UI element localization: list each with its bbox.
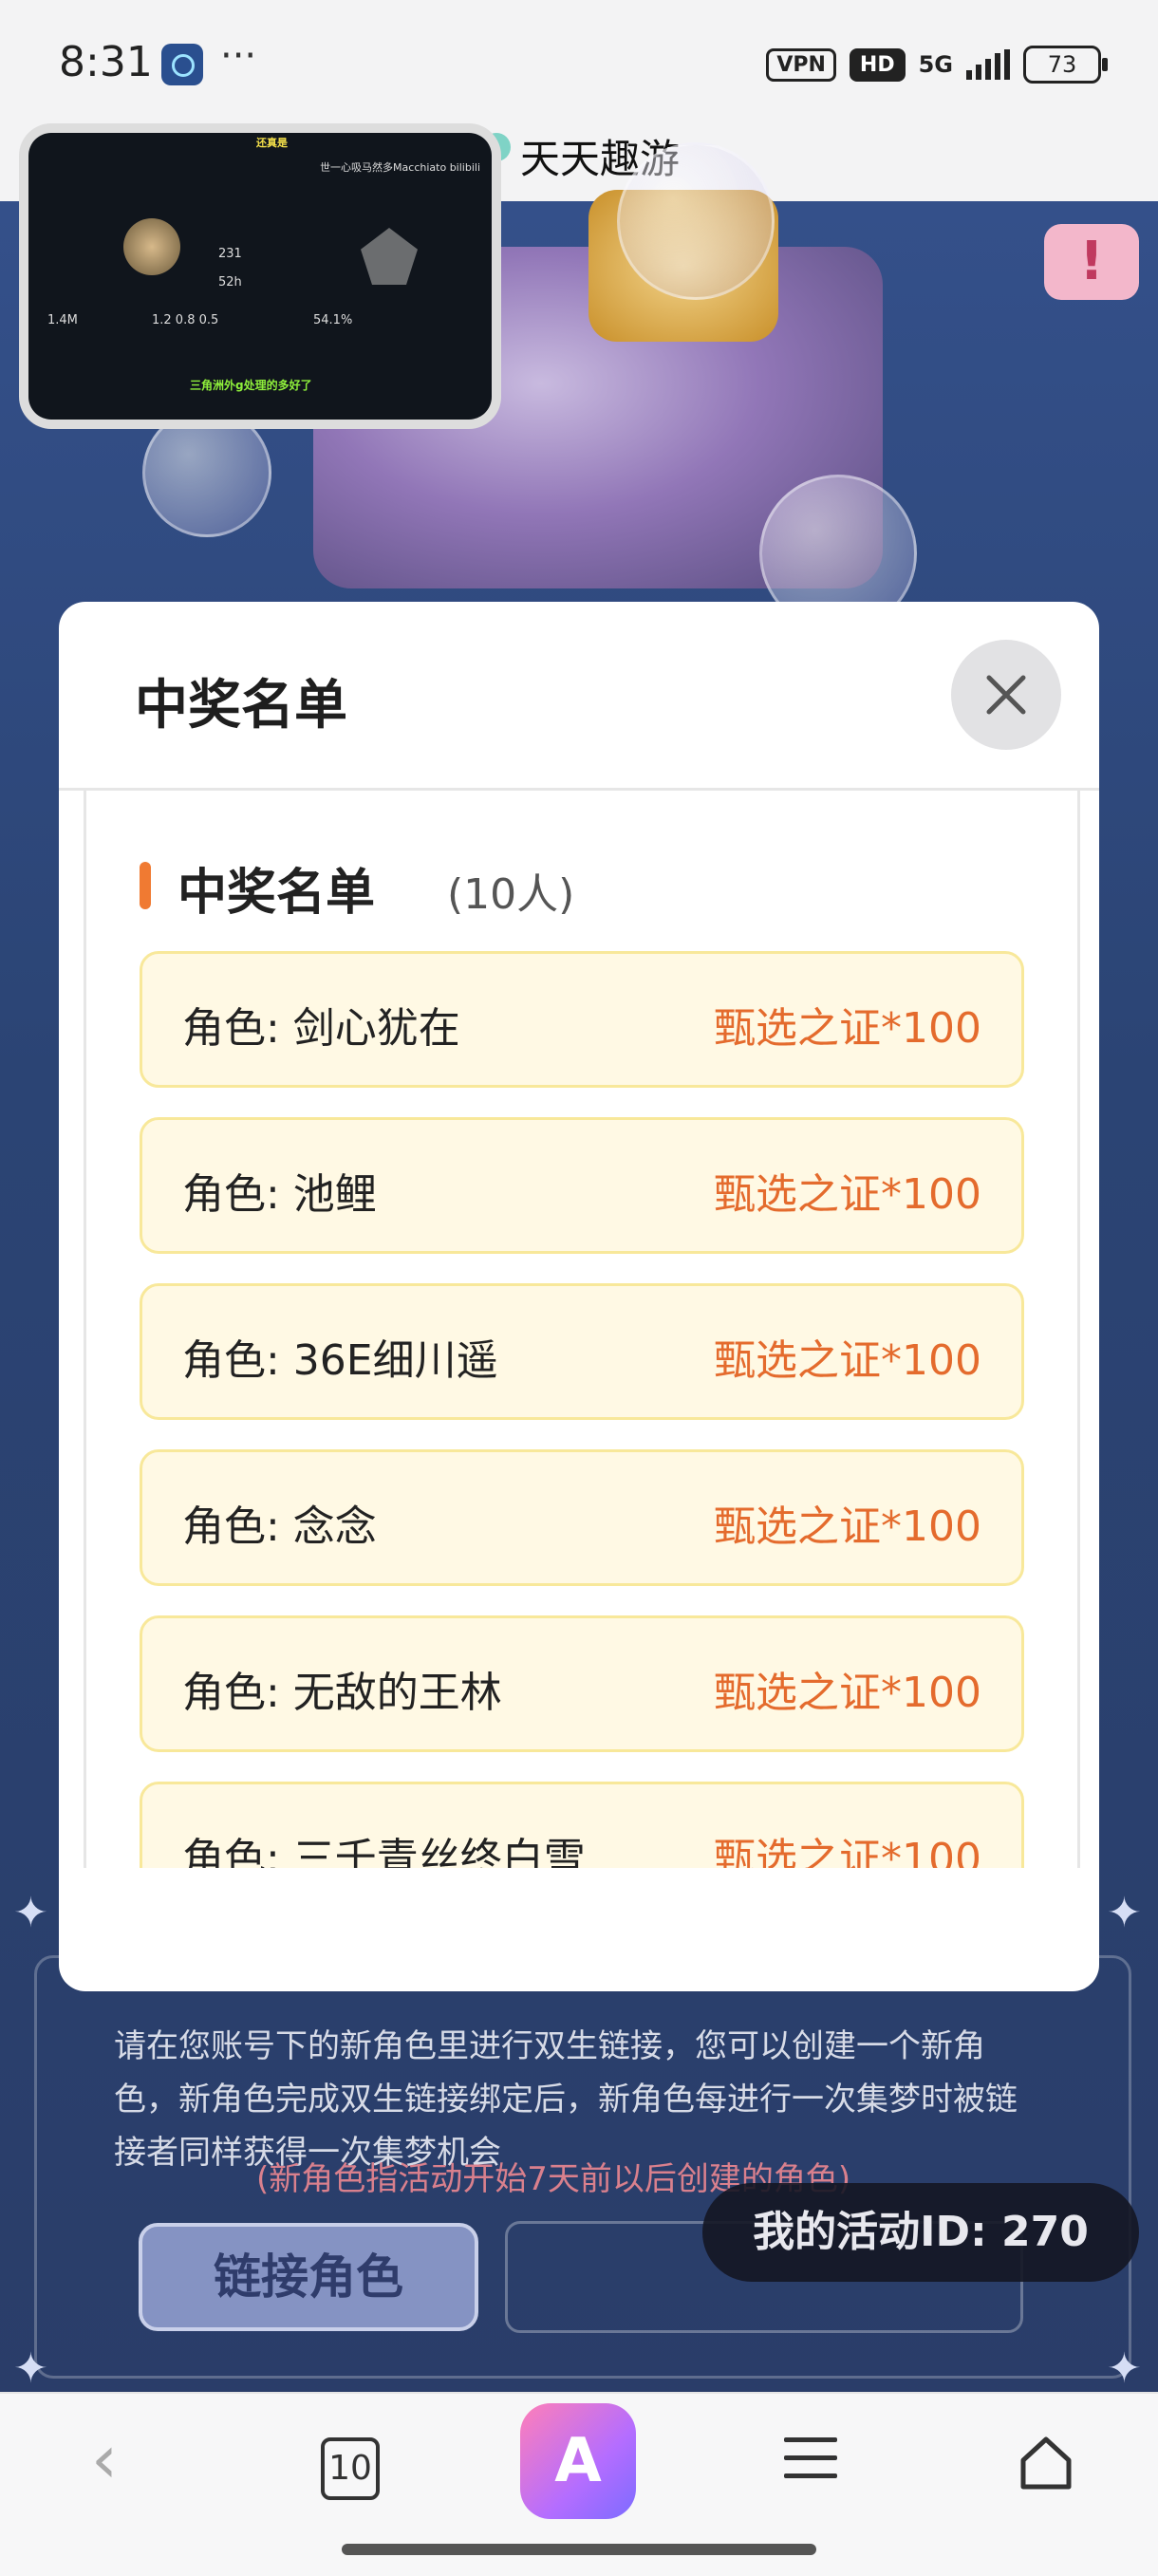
status-time: 8:31	[59, 38, 153, 86]
network-type: 5G	[918, 51, 953, 78]
hd-icon: HD	[849, 47, 906, 82]
winner-role: 角色: 池鲤	[182, 1170, 377, 1219]
menu-button[interactable]	[784, 2437, 837, 2492]
rank-emblem-icon	[123, 218, 180, 275]
video-stat: 52h	[218, 275, 242, 289]
video-frame: 还真是 世一心吸马然多Macchiato bilibili 1.4M 1.2 0…	[28, 133, 492, 420]
notice-icon[interactable]: !	[1044, 224, 1139, 300]
video-stat: 231	[218, 247, 242, 261]
winner-prize: 甄选之证*100	[714, 1004, 981, 1053]
list-item: 角色: 三千青丝终白雪 甄选之证*100	[140, 1782, 1024, 1868]
bubble-decoration	[617, 142, 775, 300]
back-button[interactable]: ‹	[91, 2420, 118, 2498]
radar-chart-icon	[361, 228, 418, 285]
activity-id-badge[interactable]: 我的活动ID: 270	[702, 2183, 1139, 2282]
winner-role: 角色: 三千青丝终白雪	[182, 1835, 586, 1868]
winner-role: 角色: 念念	[182, 1503, 377, 1551]
sparkle-icon: ✦	[1107, 2344, 1142, 2393]
video-subtitle: 三角洲外g处理的多好了	[190, 379, 312, 392]
winner-role: 角色: 无敌的王林	[182, 1669, 502, 1717]
winner-prize: 甄选之证*100	[714, 1170, 981, 1219]
winner-count: (10人)	[447, 870, 575, 919]
close-button[interactable]	[951, 640, 1061, 750]
tabs-button[interactable]: 10	[321, 2437, 380, 2500]
home-button[interactable]	[1016, 2432, 1076, 2496]
video-stat: 1.4M	[47, 313, 78, 327]
browser-logo-button[interactable]: A	[520, 2403, 636, 2519]
winner-prize: 甄选之证*100	[714, 1336, 981, 1385]
status-bar: 8:31 ··· VPN HD 5G 73	[0, 0, 1158, 133]
section-accent-bar	[140, 862, 151, 909]
video-stat: 54.1%	[313, 313, 353, 327]
list-item: 角色: 36E细川遥 甄选之证*100	[140, 1283, 1024, 1420]
winners-list: 角色: 剑心犹在 甄选之证*100 角色: 池鲤 甄选之证*100 角色: 36…	[140, 951, 1028, 1868]
battery-icon: 73	[1023, 46, 1108, 84]
signal-icon	[966, 49, 1010, 80]
floating-video-window[interactable]: 还真是 世一心吸马然多Macchiato bilibili 1.4M 1.2 0…	[19, 123, 501, 429]
modal-title: 中奖名单	[135, 675, 347, 737]
section-title: 中奖名单	[177, 865, 376, 922]
gesture-home-bar[interactable]	[342, 2544, 816, 2555]
winner-prize: 甄选之证*100	[714, 1669, 981, 1717]
video-stat: 1.2 0.8 0.5	[152, 313, 219, 327]
more-notifications-icon: ···	[220, 34, 257, 78]
status-indicators: VPN HD 5G 73	[766, 46, 1108, 84]
winner-role: 角色: 剑心犹在	[182, 1004, 460, 1053]
video-channel-label: 世一心吸马然多Macchiato bilibili	[320, 161, 480, 174]
vpn-icon: VPN	[766, 47, 836, 82]
list-item: 角色: 剑心犹在 甄选之证*100	[140, 951, 1024, 1088]
home-icon	[1020, 2436, 1072, 2490]
app-notification-icon	[161, 44, 203, 85]
winner-role: 角色: 36E细川遥	[182, 1336, 498, 1385]
sparkle-icon: ✦	[13, 2344, 48, 2393]
winner-prize: 甄选之证*100	[714, 1835, 981, 1868]
close-icon	[986, 675, 1026, 715]
sparkle-icon: ✦	[13, 1889, 48, 1937]
list-item: 角色: 念念 甄选之证*100	[140, 1449, 1024, 1586]
modal-header: 中奖名单	[59, 602, 1099, 791]
winner-prize: 甄选之证*100	[714, 1503, 981, 1551]
winners-scroll-area[interactable]: 中奖名单 (10人) 角色: 剑心犹在 甄选之证*100 角色: 池鲤 甄选之证…	[84, 790, 1080, 1868]
list-item: 角色: 池鲤 甄选之证*100	[140, 1117, 1024, 1254]
list-item: 角色: 无敌的王林 甄选之证*100	[140, 1615, 1024, 1752]
link-role-button[interactable]: 链接角色	[139, 2223, 478, 2331]
winners-modal: 中奖名单 中奖名单 (10人) 角色: 剑心犹在 甄选之证*100 角色: 池鲤…	[59, 602, 1099, 1991]
sparkle-icon: ✦	[1107, 1889, 1142, 1937]
video-top-caption: 还真是	[256, 137, 288, 149]
